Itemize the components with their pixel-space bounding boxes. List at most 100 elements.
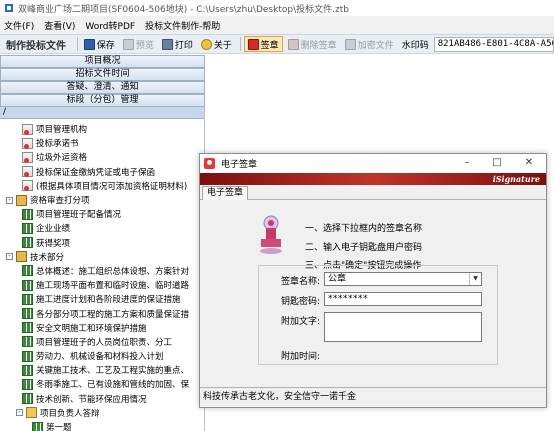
tree-item-label: 关键施工技术、工艺及工程实施的重点、: [36, 366, 190, 377]
close-icon[interactable]: ✕: [516, 156, 542, 170]
document-tree: 项目管理机构投标承诺书垃圾外运资格 投标保证金缴纳凭证或电子保函 (根据具体项目情况…: [0, 119, 204, 431]
encrypt-file-button[interactable]: 加密文件: [342, 36, 397, 52]
watermark-label: 水印码: [401, 40, 429, 51]
folder-icon: [26, 407, 37, 419]
seal-stamp-icon: [260, 215, 282, 254]
tree-item[interactable]: 垃圾外运资格: [0, 150, 204, 164]
tree-item[interactable]: 项目管理班子的人员岗位职责、分工: [0, 335, 204, 349]
tree-item[interactable]: 各分部分项工程的施工方案和质量保证措: [0, 306, 204, 320]
make-bid-file-label: 制作投标文件: [6, 40, 66, 52]
section-lot-management[interactable]: 标段（分包）管理: [0, 94, 205, 107]
window-title: 双峰商业广场二期项目(SF0604-506地块) - C:\Users\zhu\…: [18, 4, 349, 15]
tree-item-label: 项目管理班子的人员岗位职责、分工: [36, 337, 173, 348]
menu-help[interactable]: 投标文件制作-帮助: [145, 19, 220, 32]
signature-app-icon: [204, 157, 215, 169]
tree-item-label: 安全文明施工和环境保护措施: [36, 323, 147, 334]
encrypt-file-button-label: 加密文件: [357, 40, 394, 51]
save-button-label: 保存: [96, 40, 115, 51]
print-button-label: 打印: [174, 40, 193, 51]
tree-item[interactable]: 施工进度计划和各阶段进度的保证措施: [0, 292, 204, 306]
tree-item-label: 资格审查打分项: [30, 196, 90, 207]
tree-item-label: 企业业绩: [36, 224, 71, 235]
tree-item[interactable]: 投标保证金缴纳凭证或电子保函: [0, 165, 204, 179]
tree-item-label: 第一题: [46, 423, 72, 431]
sign-button[interactable]: 签章: [243, 36, 283, 52]
tree-item[interactable]: 施工现场平面布置和临时设施、临时道路: [0, 278, 204, 292]
tree-item[interactable]: 企业业绩: [0, 221, 204, 235]
about-button[interactable]: 关于: [198, 36, 235, 52]
chevron-down-icon[interactable]: ▼: [469, 273, 481, 285]
document-icon: [22, 137, 33, 149]
table-icon: [22, 265, 33, 277]
tree-item-label: 总体概述：施工组织总体设想、方案针对: [36, 266, 190, 277]
tree-item[interactable]: 第一题: [0, 420, 204, 431]
tree-item[interactable]: 技术创新、节能环保应用情况: [0, 392, 204, 406]
toolbar-separator: [77, 37, 78, 51]
tree-item[interactable]: - 技术部分: [0, 250, 204, 264]
tree-item-label: 技术部分: [30, 252, 65, 263]
menu-word-to-pdf[interactable]: Word转PDF: [85, 19, 135, 32]
toolbar: 制作投标文件 保存 预览 打印 关于 签章 删除签章 加密文件 水印码 821A…: [0, 34, 554, 54]
tree-item-label: 劳动力、机械设备和材料投入计划: [36, 352, 164, 363]
tree-item[interactable]: 投标承诺书: [0, 136, 204, 150]
table-icon: [22, 393, 33, 405]
document-icon: [22, 180, 33, 192]
tree-item[interactable]: - 资格审查打分项: [0, 193, 204, 207]
tree-item-label: 技术创新、节能环保应用情况: [36, 394, 147, 405]
section-qa-notice[interactable]: 答疑、澄清、通知: [0, 81, 205, 94]
table-icon: [22, 322, 33, 334]
tree-item[interactable]: 总体概述：施工组织总体设想、方案针对: [0, 264, 204, 278]
tree-item-label: (根据具体项目情况可添加资格证明材料): [36, 181, 188, 192]
tree-item-label: 各分部分项工程的施工方案和质量保证措: [36, 309, 190, 320]
menu-file[interactable]: 文件(F): [4, 19, 34, 32]
table-icon: [22, 208, 33, 220]
tree-item[interactable]: (根据具体项目情况可添加资格证明材料): [0, 179, 204, 193]
folder-house-icon: [16, 194, 27, 206]
extra-text-field[interactable]: [324, 312, 482, 342]
collapse-icon[interactable]: -: [6, 253, 13, 261]
tree-item-label: 投标承诺书: [36, 139, 79, 150]
password-field[interactable]: ********: [324, 292, 482, 306]
extra-text-label: 附加文字:: [280, 317, 320, 327]
section-tender-time[interactable]: 招标文件时间: [0, 68, 205, 81]
sign-name-select[interactable]: 公章 ▼: [324, 272, 482, 286]
collapse-icon[interactable]: -: [6, 196, 13, 204]
tree-item[interactable]: - 项目负责人答辩: [0, 406, 204, 420]
tree-item[interactable]: 关键施工技术、工艺及工程实施的重点、: [0, 363, 204, 377]
print-button[interactable]: 打印: [159, 36, 196, 52]
delete-sign-button-label: 删除签章: [300, 40, 337, 51]
tree-item[interactable]: 安全文明施工和环境保护措施: [0, 321, 204, 335]
document-icon: [22, 123, 33, 135]
tree-item-label: 项目管理班子配备情况: [36, 210, 122, 221]
table-icon: [22, 293, 33, 305]
tree-item[interactable]: 项目管理机构: [0, 122, 204, 136]
menu-view[interactable]: 查看(V): [44, 19, 75, 32]
preview-button[interactable]: 预览: [120, 36, 157, 52]
delete-seal-icon: [287, 38, 299, 50]
delete-sign-button[interactable]: 删除签章: [285, 36, 340, 52]
tree-item-label: 垃圾外运资格: [36, 153, 88, 164]
about-button-label: 关于: [213, 40, 232, 51]
tab-e-signature[interactable]: 电子签章: [202, 186, 249, 201]
table-icon: [32, 421, 43, 431]
tree-item[interactable]: 劳动力、机械设备和材料投入计划: [0, 349, 204, 363]
tree-item[interactable]: 冬雨季施工、已有设施和管线的加固、保: [0, 377, 204, 391]
table-icon: [22, 350, 33, 362]
minimize-icon[interactable]: –: [454, 156, 480, 170]
document-icon: [22, 166, 33, 178]
folder-house-icon: [16, 251, 27, 263]
maximize-icon[interactable]: □: [484, 156, 510, 170]
section-project-overview[interactable]: 项目概况: [0, 55, 205, 68]
dialog-title-bar: 电子签章 – □ ✕: [200, 154, 546, 172]
dialog-banner: iSignature: [200, 173, 546, 185]
tree-item-label: 施工现场平面布置和临时设施、临时道路: [36, 281, 190, 292]
app-icon: [4, 3, 14, 13]
encrypt-icon: [344, 38, 356, 50]
watermark-code-field[interactable]: 821AB486-E801-4C8A-A568-6A: [433, 36, 554, 52]
dialog-body: 一、选择下拉框内的签章名称 二、输入电子钥匙盘用户密码 三、点击"确定"按钮完成…: [200, 200, 546, 387]
save-button[interactable]: 保存: [81, 36, 118, 52]
tree-item[interactable]: 获得奖项: [0, 236, 204, 250]
toolbar-separator: [239, 37, 241, 51]
tree-item[interactable]: 项目管理班子配备情况: [0, 207, 204, 221]
collapse-icon[interactable]: -: [16, 409, 23, 417]
